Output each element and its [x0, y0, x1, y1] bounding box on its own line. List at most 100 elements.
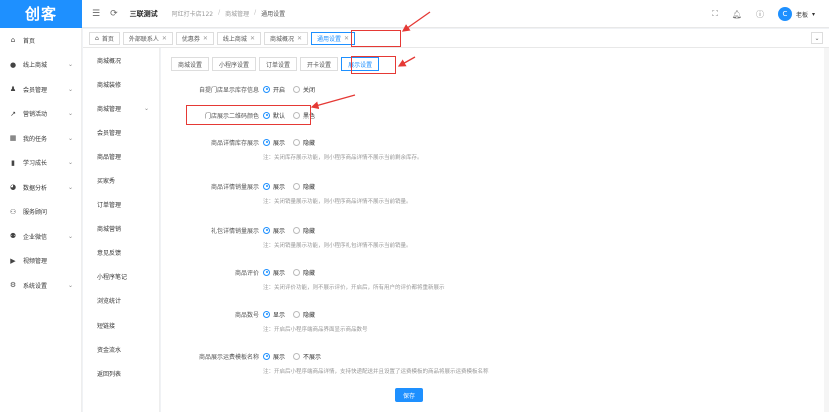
subtab-miniprogram-settings[interactable]: 小程序设置 [212, 57, 257, 71]
radio-option[interactable]: 展示 [263, 138, 285, 147]
radio-option[interactable]: 隐藏 [293, 182, 315, 191]
radio-option[interactable]: 隐藏 [293, 268, 315, 277]
tab-label: 首页 [101, 35, 114, 43]
radio-option[interactable]: 关闭 [293, 85, 315, 94]
sidebar-item-wecom[interactable]: ⚉ 企业微信 ⌄ [0, 224, 81, 249]
user-menu[interactable]: C 老板 ▾ [777, 7, 815, 21]
radio-option[interactable]: 显示 [263, 310, 285, 319]
radio-option[interactable]: 隐藏 [293, 226, 315, 235]
radio-checked[interactable] [263, 138, 270, 146]
sidebar-item-label: 服务顾问 [23, 209, 48, 217]
submenu-item[interactable]: 资金流水 [83, 337, 159, 361]
help-icon[interactable]: ⓘ [756, 9, 764, 20]
sidebar-item-online-mall[interactable]: ● 线上商城 ⌄ [0, 53, 81, 78]
sidebar-item-video[interactable]: ▶ 视频管理 [0, 249, 81, 274]
submenu-label: 会员管理 [97, 129, 122, 137]
submenu-item[interactable]: 商品管理 [83, 144, 159, 168]
tab-label: 通用设置 [317, 35, 342, 43]
radio-unchecked[interactable] [293, 310, 301, 318]
radio-unchecked[interactable] [293, 268, 301, 276]
submenu-item[interactable]: 商城管理 ⌄ [83, 96, 159, 120]
submenu-label: 商城概况 [97, 57, 122, 65]
radio-checked[interactable] [263, 268, 270, 276]
setting-note: 注：关闭库存展示功能，则小程序商品详情不展示当前剩余库存。 [263, 155, 423, 161]
radio-option[interactable]: 展示 [263, 226, 285, 235]
fullscreen-icon[interactable]: ⛶ [712, 9, 718, 19]
close-icon[interactable]: ✕ [344, 35, 349, 42]
submenu-item[interactable]: 商城营销 [83, 217, 159, 241]
submenu-item[interactable]: 会员管理 [83, 120, 159, 144]
radio-checked[interactable] [263, 85, 270, 93]
submenu-item[interactable]: 商城装修 [83, 72, 159, 96]
radio-checked[interactable] [263, 226, 270, 234]
radio-option[interactable]: 展示 [263, 352, 285, 361]
radio-unchecked[interactable] [293, 226, 301, 234]
app-logo[interactable]: 创客 [0, 0, 82, 28]
radio-option[interactable]: 展示 [263, 268, 285, 277]
tab-home[interactable]: ⌂ 首页 [89, 31, 120, 45]
radio-label: 展示 [273, 227, 286, 235]
tab-online-mall[interactable]: 线上商城 ✕ [216, 31, 261, 45]
submenu-item[interactable]: 意见反馈 [83, 241, 159, 265]
sidebar-item-tasks[interactable]: ▦ 我的任务 ⌄ [0, 126, 81, 151]
menu-toggle-icon[interactable]: ☰ [92, 9, 100, 19]
tab-general-settings[interactable]: 通用设置 ✕ [311, 31, 356, 45]
setting-label: 商品详情库存展示 [210, 139, 259, 147]
submenu-item[interactable]: 订单管理 [83, 193, 159, 217]
close-icon[interactable]: ✕ [297, 35, 302, 42]
radio-checked[interactable] [263, 310, 270, 318]
submenu-item[interactable]: 小程序笔记 [83, 265, 159, 289]
subtab-card-settings[interactable]: 开卡设置 [300, 57, 339, 71]
sidebar-item-marketing[interactable]: ↗ 营销活动 ⌄ [0, 102, 81, 127]
chevron-down-icon: ⌄ [67, 61, 73, 69]
sidebar-item-label: 营销活动 [23, 111, 48, 119]
chevron-down-icon: ⌄ [67, 159, 73, 167]
subtab-mall-settings[interactable]: 商城设置 [171, 57, 210, 71]
radio-label: 不展示 [303, 353, 322, 361]
submenu-item[interactable]: 浏览统计 [83, 289, 159, 313]
breadcrumb-item[interactable]: 阿红打卡店122 [172, 9, 213, 18]
breadcrumb-item[interactable]: 商城管理 [225, 9, 249, 18]
radio-option[interactable]: 隐藏 [293, 138, 315, 147]
sidebar-item-members[interactable]: ♟ 会员管理 ⌄ [0, 77, 81, 102]
refresh-icon[interactable]: ⟳ [110, 9, 118, 19]
tab-label: 外部联系人 [128, 35, 159, 43]
sidebar-item-advisor[interactable]: ⚇ 服务顾问 [0, 200, 81, 225]
tabs-dropdown-button[interactable]: ⌄ [811, 32, 823, 44]
radio-group: 展示 隐藏 [263, 182, 315, 191]
tab-mall-overview[interactable]: 商城概况 ✕ [263, 31, 309, 45]
bell-icon[interactable]: 🔔︎ [732, 10, 742, 19]
submenu-item[interactable]: 商城概况 [83, 48, 159, 72]
radio-checked[interactable] [263, 352, 270, 360]
radio-option[interactable]: 开启 [263, 85, 285, 94]
radio-unchecked[interactable] [293, 182, 301, 190]
radio-option[interactable]: 展示 [263, 182, 285, 191]
radio-unchecked[interactable] [293, 138, 301, 146]
subtab-order-settings[interactable]: 订单设置 [259, 57, 298, 71]
submenu-label: 返回列表 [97, 370, 122, 378]
sidebar-item-settings[interactable]: ⚙ 系统设置 ⌄ [0, 273, 81, 298]
sidebar-item-label: 视频管理 [23, 258, 48, 266]
radio-option[interactable]: 不展示 [293, 352, 321, 361]
submenu-label: 意见反馈 [97, 250, 122, 258]
sidebar-item-home[interactable]: ⌂ 首页 [0, 28, 81, 53]
submenu-item[interactable]: 买家秀 [83, 168, 159, 192]
save-button[interactable]: 保存 [395, 388, 423, 402]
submenu-item[interactable]: 返回列表 [83, 361, 159, 385]
tab-contacts[interactable]: 外部联系人 ✕ [122, 31, 173, 45]
sidebar-item-learning[interactable]: ▮ 学习成长 ⌄ [0, 151, 81, 176]
scrollbar[interactable] [824, 48, 829, 412]
sidebar-item-analytics[interactable]: ◕ 数据分析 ⌄ [0, 175, 81, 200]
sidebar-item-label: 学习成长 [23, 160, 48, 168]
radio-group: 展示 隐藏 [263, 226, 315, 235]
submenu-item[interactable]: 短链接 [83, 313, 159, 337]
close-icon[interactable]: ✕ [203, 35, 208, 42]
close-icon[interactable]: ✕ [250, 35, 255, 42]
radio-option[interactable]: 隐藏 [293, 310, 315, 319]
close-icon[interactable]: ✕ [162, 35, 167, 42]
radio-unchecked[interactable] [293, 352, 301, 360]
tab-coupons[interactable]: 优惠券 ✕ [175, 31, 214, 45]
radio-unchecked[interactable] [293, 85, 301, 93]
radio-label: 隐藏 [303, 227, 316, 235]
radio-checked[interactable] [263, 182, 270, 190]
